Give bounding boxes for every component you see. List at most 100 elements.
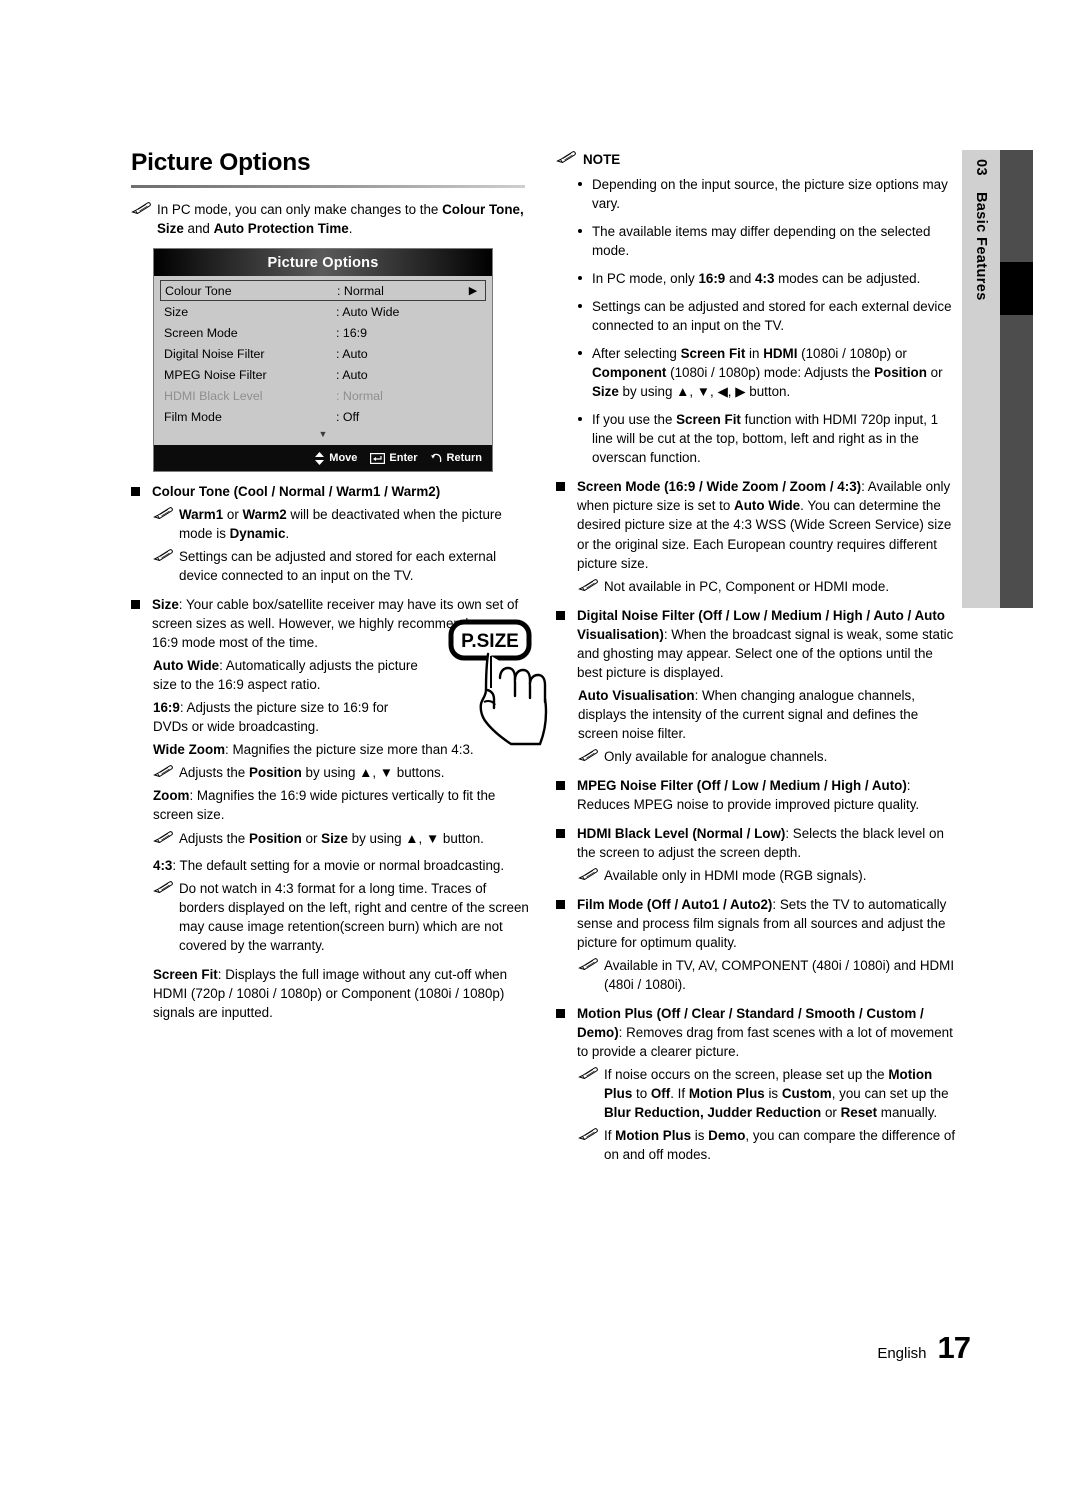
pencil-icon — [578, 1065, 600, 1084]
motion-plus-note-1-text: If noise occurs on the screen, please se… — [604, 1067, 949, 1121]
return-arrow-icon — [430, 452, 443, 464]
title-divider — [131, 184, 525, 188]
pencil-icon — [578, 577, 600, 596]
film-mode-note-text: Available in TV, AV, COMPONENT (480i / 1… — [604, 958, 955, 993]
bullet-digital-noise-filter: Digital Noise Filter (Off / Low / Medium… — [556, 606, 956, 682]
osd-row-label: HDMI Black Level — [164, 388, 263, 403]
pencil-icon — [578, 1126, 600, 1145]
note-item: Settings can be adjusted and stored for … — [556, 297, 956, 335]
osd-row-value: : Auto — [336, 346, 368, 361]
note-item-text: The available items may differ depending… — [592, 224, 931, 259]
pencil-icon — [578, 866, 600, 885]
bullet-mpeg-noise-filter: MPEG Noise Filter (Off / Low / Medium / … — [556, 776, 956, 814]
enter-key-icon — [370, 452, 386, 464]
osd-row-label: Digital Noise Filter — [164, 346, 265, 361]
osd-row-value: : Normal — [336, 388, 383, 403]
note-item: After selecting Screen Fit in HDMI (1080… — [556, 344, 956, 401]
ratio-169-paragraph: 16:9: Adjusts the picture size to 16:9 f… — [153, 700, 389, 735]
square-bullet-icon — [556, 900, 565, 909]
intro-note: In PC mode, you can only make changes to… — [131, 200, 531, 238]
bullet-dot-icon — [578, 417, 582, 422]
osd-row[interactable]: Film Mode : Off — [160, 406, 486, 427]
osd-return-label: Return — [446, 452, 482, 464]
chapter-index-marker — [1000, 262, 1033, 315]
note-heading: NOTE — [556, 150, 956, 168]
osd-row-value: : Normal — [337, 283, 384, 298]
osd-row-value: : 16:9 — [336, 325, 368, 340]
pencil-icon — [153, 829, 175, 848]
osd-return-hint: Return — [430, 452, 482, 464]
chapter-side-tab-text: 03 Basic Features — [962, 150, 1000, 608]
square-bullet-icon — [131, 600, 140, 610]
osd-row[interactable]: Digital Noise Filter : Auto — [160, 343, 486, 364]
bullet-screen-mode: Screen Mode (16:9 / Wide Zoom / Zoom / 4… — [556, 477, 956, 572]
auto-wide-paragraph: Auto Wide: Automatically adjusts the pic… — [153, 658, 418, 693]
screen-fit-paragraph: Screen Fit: Displays the full image with… — [153, 966, 508, 1020]
square-bullet-icon — [556, 780, 565, 790]
note-item-text: Depending on the input source, the pictu… — [592, 177, 948, 212]
bullet-motion-plus: Motion Plus (Off / Clear / Standard / Sm… — [556, 1004, 956, 1061]
pencil-icon — [131, 200, 153, 219]
square-bullet-icon — [556, 828, 565, 838]
bullet-dot-icon — [578, 276, 582, 281]
pencil-icon — [578, 956, 600, 975]
osd-row[interactable]: Screen Mode : 16:9 — [160, 322, 486, 343]
pencil-icon — [153, 505, 175, 524]
footer-page-number: 17 — [937, 1330, 971, 1365]
square-bullet-icon — [556, 610, 565, 620]
osd-footer: Move Enter Return — [154, 445, 492, 471]
screen-mode-note: Not available in PC, Component or HDMI m… — [578, 577, 956, 596]
note-label: NOTE — [583, 151, 621, 167]
hdmi-black-level-note: Available only in HDMI mode (RGB signals… — [578, 866, 956, 885]
bullet-dot-icon — [578, 351, 582, 356]
up-down-arrow-icon — [314, 451, 325, 465]
osd-enter-label: Enter — [389, 452, 418, 464]
osd-row-label: Size — [164, 304, 189, 319]
left-column: Picture Options In PC mode, you can only… — [131, 149, 548, 1026]
chapter-number: 03 — [973, 159, 989, 176]
osd-row-value: : Off — [336, 409, 360, 424]
osd-row: HDMI Black Level : Normal — [160, 385, 486, 406]
colour-tone-heading: Colour Tone (Cool / Normal / Warm1 / War… — [152, 484, 441, 499]
pencil-icon — [153, 547, 175, 566]
osd-scroll-down-icon[interactable]: ▼ — [160, 427, 486, 443]
zoom-paragraph: Zoom: Magnifies the 16:9 wide pictures v… — [153, 788, 496, 823]
osd-move-hint: Move — [314, 451, 357, 465]
colour-tone-note-1: Warm1 or Warm2 will be deactivated when … — [153, 505, 531, 543]
pencil-icon — [153, 763, 175, 782]
pencil-icon — [578, 747, 600, 766]
osd-row[interactable]: MPEG Noise Filter : Auto — [160, 364, 486, 385]
pencil-icon — [153, 879, 175, 898]
square-bullet-icon — [556, 1009, 565, 1019]
chevron-right-icon: ▶ — [468, 285, 478, 297]
colour-tone-note-1-text: Warm1 or Warm2 will be deactivated when … — [179, 507, 502, 542]
note-item: Depending on the input source, the pictu… — [556, 175, 956, 213]
screen-mode-text: Screen Mode (16:9 / Wide Zoom / Zoom / 4… — [577, 479, 952, 571]
bullet-hdmi-black-level: HDMI Black Level (Normal / Low): Selects… — [556, 824, 956, 862]
hdmi-black-level-text: HDMI Black Level (Normal / Low): Selects… — [577, 825, 944, 860]
osd-row-label: Film Mode — [164, 409, 222, 424]
psize-button-illustration: P.SIZE — [436, 616, 561, 751]
osd-title: Picture Options — [154, 249, 492, 276]
auto-visualisation-paragraph: Auto Visualisation: When changing analog… — [578, 687, 919, 741]
hdmi-black-level-note-text: Available only in HDMI mode (RGB signals… — [604, 867, 867, 883]
osd-row-value: : Auto — [336, 367, 368, 382]
motion-plus-text: Motion Plus (Off / Clear / Standard / Sm… — [577, 1006, 953, 1060]
psize-button-label: P.SIZE — [461, 631, 519, 652]
bullet-dot-icon — [578, 229, 582, 234]
osd-picture-options: Picture Options Colour Tone : Normal ▶ S… — [153, 248, 493, 472]
intro-note-text: In PC mode, you can only make changes to… — [157, 201, 524, 236]
film-mode-note: Available in TV, AV, COMPONENT (480i / 1… — [578, 956, 956, 994]
osd-row[interactable]: Colour Tone : Normal ▶ — [160, 280, 486, 301]
osd-row[interactable]: Size : Auto Wide — [160, 301, 486, 322]
osd-row-label: Screen Mode — [164, 325, 238, 340]
bullet-dot-icon — [578, 304, 582, 309]
colour-tone-note-2-text: Settings can be adjusted and stored for … — [179, 549, 497, 584]
screen-mode-note-text: Not available in PC, Component or HDMI m… — [604, 578, 890, 594]
note-item-text: After selecting Screen Fit in HDMI (1080… — [592, 346, 943, 400]
pencil-icon — [556, 150, 578, 168]
ratio-43-note-text: Do not watch in 4:3 format for a long ti… — [179, 880, 529, 953]
chapter-index-bar — [1000, 150, 1033, 608]
film-mode-text: Film Mode (Off / Auto1 / Auto2): Sets th… — [577, 897, 947, 951]
page-footer: English 17 — [877, 1330, 971, 1366]
